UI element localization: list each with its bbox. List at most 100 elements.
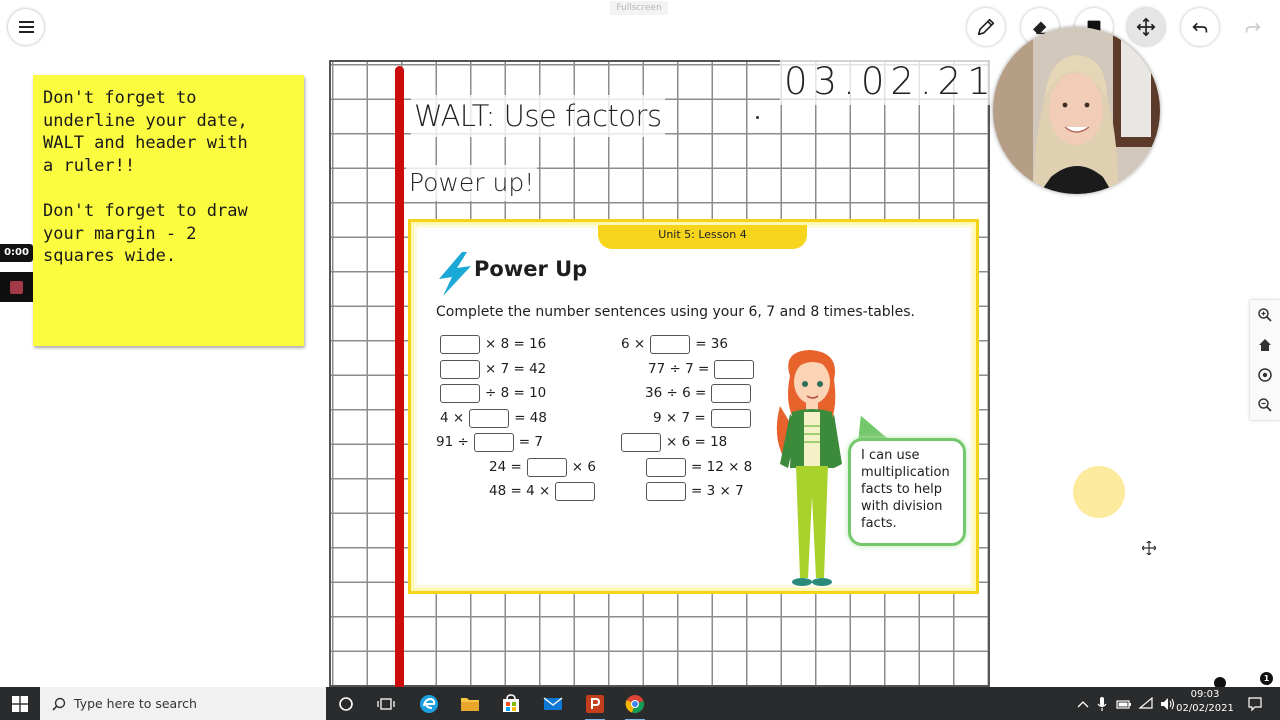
answer-box[interactable]: [710, 408, 751, 428]
answer-box[interactable]: [711, 383, 752, 403]
taskbar-search[interactable]: Type here to search: [40, 687, 326, 720]
zoom-in-button[interactable]: [1254, 304, 1276, 326]
undo-icon: [1192, 22, 1208, 33]
equation-row: 9 × 7 =: [653, 408, 751, 428]
store-button[interactable]: [498, 691, 524, 717]
task-view-button[interactable]: [373, 691, 399, 717]
pointer-highlight: [1073, 466, 1125, 518]
chevron-up-icon[interactable]: [1076, 698, 1090, 710]
answer-box[interactable]: [473, 432, 514, 452]
equation-text: × 8 = 16: [485, 336, 547, 352]
store-icon: [503, 694, 519, 712]
equation-row: 48 = 4 ×: [489, 481, 596, 501]
move-tool-button[interactable]: [1127, 8, 1165, 46]
wifi-icon[interactable]: [1138, 696, 1154, 711]
equation-text: 4 ×: [440, 410, 465, 426]
search-placeholder: Type here to search: [74, 696, 197, 711]
notification-icon: [1248, 697, 1262, 712]
answer-box[interactable]: [621, 432, 661, 452]
equation-text: ÷ 8 = 10: [485, 385, 547, 401]
action-center-button[interactable]: [1242, 691, 1268, 717]
fullscreen-button[interactable]: Fullscreen: [610, 1, 668, 15]
answer-box[interactable]: [526, 457, 567, 477]
stop-recording-button[interactable]: [0, 272, 33, 302]
equation-text: × 6: [571, 459, 596, 475]
folder-icon: [461, 698, 479, 711]
equation-row: 24 = × 6: [489, 457, 596, 477]
menu-button[interactable]: [8, 9, 44, 45]
equation-row: × 6 = 18: [621, 432, 727, 452]
cortana-icon: [339, 697, 353, 711]
redo-button[interactable]: [1234, 8, 1272, 46]
equation-text: 36 ÷ 6 =: [645, 385, 707, 401]
redo-icon: [1245, 22, 1261, 33]
equation-text: = 3 × 7: [691, 483, 744, 499]
edge-button[interactable]: [416, 691, 442, 717]
red-margin-line: [395, 66, 404, 687]
equation-row: ÷ 8 = 10: [440, 383, 546, 403]
move-cursor-icon: [1142, 541, 1156, 555]
answer-box[interactable]: [650, 334, 691, 354]
equation-text: × 7 = 42: [485, 361, 547, 377]
equation-text: 24 =: [489, 459, 522, 475]
equation-row: 36 ÷ 6 =: [645, 383, 752, 403]
microphone-icon[interactable]: [1096, 696, 1108, 712]
equation-text: 91 ÷: [436, 434, 469, 450]
worksheet-inner: Unit 5: Lesson 4 Power Up Complete the n…: [417, 225, 970, 586]
taskbar-clock[interactable]: 09:03 02/02/2021: [1170, 688, 1240, 716]
worksheet-instruction: Complete the number sentences using your…: [436, 304, 915, 320]
task-view-icon: [377, 698, 395, 710]
power-up-heading: Power up!: [406, 165, 538, 201]
answer-box[interactable]: [714, 359, 755, 379]
powerpoint-icon: [586, 695, 604, 713]
equation-text: 6 ×: [621, 336, 646, 352]
pencil-icon: [977, 18, 995, 36]
equation-row: = 12 × 8: [646, 457, 752, 477]
pencil-tool-button[interactable]: [967, 8, 1005, 46]
answer-box[interactable]: [646, 457, 686, 477]
mail-button[interactable]: [540, 691, 566, 717]
move-icon: [1136, 17, 1156, 37]
powerpoint-button[interactable]: [582, 691, 608, 720]
home-icon: [1259, 339, 1271, 351]
sticky-note[interactable]: Don't forget to underline your date, WAL…: [33, 75, 304, 346]
answer-box[interactable]: [646, 481, 686, 501]
chrome-icon: [625, 695, 645, 714]
clock-time: 09:03: [1190, 689, 1220, 700]
worksheet-title: Power Up: [474, 257, 588, 281]
equation-row: × 8 = 16: [440, 334, 546, 354]
answer-box[interactable]: [555, 481, 596, 501]
answer-box[interactable]: [440, 334, 480, 354]
file-explorer-button[interactable]: [457, 691, 483, 717]
equation-text: × 6 = 18: [666, 434, 728, 450]
edge-icon: [420, 695, 438, 713]
chrome-button[interactable]: [622, 691, 648, 720]
recenter-button[interactable]: [1254, 364, 1276, 386]
equation-text: = 12 × 8: [691, 459, 753, 475]
battery-icon[interactable]: [1116, 698, 1132, 710]
ink-dot: [756, 116, 759, 119]
zoom-panel: [1250, 300, 1280, 420]
answer-box[interactable]: [440, 359, 480, 379]
zoom-out-button[interactable]: [1254, 394, 1276, 416]
unit-label: Unit 5: Lesson 4: [598, 225, 807, 249]
start-button[interactable]: [0, 687, 40, 720]
webcam-feed[interactable]: [993, 27, 1160, 194]
answer-box[interactable]: [440, 383, 480, 403]
date-heading: 03.02.21: [780, 59, 1001, 105]
notification-badge[interactable]: 1: [1260, 672, 1273, 685]
answer-box[interactable]: [469, 408, 510, 428]
mail-icon: [543, 697, 563, 710]
speech-bubble: I can use multiplication facts to help w…: [848, 438, 966, 546]
worksheet-image[interactable]: Unit 5: Lesson 4 Power Up Complete the n…: [408, 219, 979, 594]
walt-heading: WALT: Use factors: [411, 95, 665, 137]
home-button[interactable]: [1254, 334, 1276, 356]
recording-timer: 0:00: [0, 244, 33, 262]
cortana-button[interactable]: [333, 691, 359, 717]
undo-button[interactable]: [1181, 8, 1219, 46]
equation-text: = 7: [518, 434, 543, 450]
equation-text: = 48: [514, 410, 547, 426]
clock-date: 02/02/2021: [1176, 703, 1234, 714]
equation-text: 48 = 4 ×: [489, 483, 551, 499]
equation-row: × 7 = 42: [440, 359, 546, 379]
